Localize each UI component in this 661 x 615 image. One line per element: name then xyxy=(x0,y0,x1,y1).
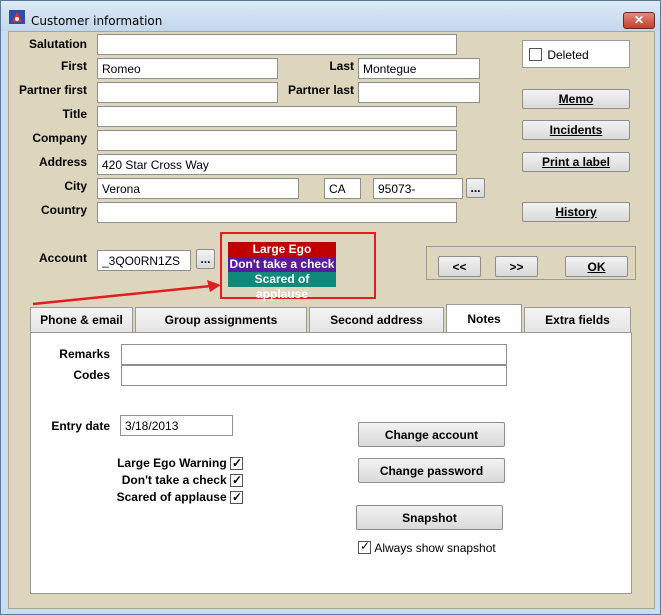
first-label: First xyxy=(60,59,87,73)
memo-button[interactable]: Memo xyxy=(522,89,630,109)
form-area: Salutation First Romeo Last Montegue Par… xyxy=(8,31,655,609)
salutation-label: Salutation xyxy=(28,37,87,51)
deleted-checkbox[interactable]: Deleted xyxy=(529,47,589,62)
checked-icon xyxy=(230,455,243,472)
partner-last-field[interactable] xyxy=(358,82,480,103)
last-name-field[interactable]: Montegue xyxy=(358,58,480,79)
account-field[interactable]: _3QO0RN1ZS xyxy=(97,250,191,271)
checked-icon xyxy=(358,539,371,555)
snapshot-button[interactable]: Snapshot xyxy=(356,505,503,530)
partner-last-label: Partner last xyxy=(287,83,354,97)
change-password-button[interactable]: Change password xyxy=(358,458,505,483)
country-field[interactable] xyxy=(97,202,457,223)
window-title: Customer information xyxy=(31,14,163,28)
close-button[interactable]: ✕ xyxy=(623,12,655,29)
flag-check-label: Large Ego Warning xyxy=(117,456,227,470)
flag-check-applause[interactable]: Scared of applause xyxy=(117,489,243,506)
title-field[interactable] xyxy=(97,106,457,127)
ok-button[interactable]: OK xyxy=(565,256,628,277)
flag-checks: Large Ego Warning Don't take a check Sca… xyxy=(117,455,243,506)
checked-icon xyxy=(230,472,243,489)
codes-label: Codes xyxy=(73,368,110,382)
history-button[interactable]: History xyxy=(522,202,630,222)
always-show-snapshot-checkbox[interactable]: Always show snapshot xyxy=(358,539,496,555)
city-field[interactable]: Verona xyxy=(97,178,299,199)
notes-panel: Remarks Codes Entry date 3/18/2013 Large… xyxy=(30,332,632,594)
first-name-field[interactable]: Romeo xyxy=(97,58,278,79)
deleted-check-icon xyxy=(529,48,542,62)
flag-check-label: Don't take a check xyxy=(121,473,227,487)
flag-badge-large-ego[interactable]: Large Ego Warning xyxy=(228,242,336,271)
tab-extra-fields[interactable]: Extra fields xyxy=(524,307,631,332)
tab-phone-email[interactable]: Phone & email xyxy=(30,307,133,332)
incidents-button[interactable]: Incidents xyxy=(522,120,630,140)
change-account-button[interactable]: Change account xyxy=(358,422,505,447)
print-label-button[interactable]: Print a label xyxy=(522,152,630,172)
partner-first-label: Partner first xyxy=(18,83,87,97)
flag-badge-applause[interactable]: Scared of applause xyxy=(228,272,336,301)
customer-info-window: Customer information ✕ Salutation First … xyxy=(0,0,661,615)
always-show-snapshot-label: Always show snapshot xyxy=(374,540,496,555)
address-label: Address xyxy=(38,155,87,169)
tab-second-address[interactable]: Second address xyxy=(309,307,444,332)
salutation-field[interactable] xyxy=(97,34,457,55)
zip-field[interactable]: 95073- xyxy=(373,178,463,199)
country-label: Country xyxy=(41,203,87,217)
partner-first-field[interactable] xyxy=(97,82,278,103)
flag-check-large-ego[interactable]: Large Ego Warning xyxy=(117,455,243,472)
account-lookup-button[interactable]: ... xyxy=(196,249,215,269)
app-icon xyxy=(9,10,25,24)
flag-check-label: Scared of applause xyxy=(116,490,227,504)
state-field[interactable]: CA xyxy=(324,178,361,199)
checked-icon xyxy=(230,489,243,506)
title-label: Title xyxy=(62,107,87,121)
entry-date-label: Entry date xyxy=(51,419,110,433)
deleted-label: Deleted xyxy=(547,47,589,62)
prev-record-button[interactable]: << xyxy=(438,256,481,277)
deleted-box: Deleted xyxy=(522,40,630,68)
next-record-button[interactable]: >> xyxy=(495,256,538,277)
close-icon: ✕ xyxy=(633,13,645,27)
tab-group-assignments[interactable]: Group assignments xyxy=(135,307,307,332)
tab-notes[interactable]: Notes xyxy=(446,304,522,333)
flag-badge-no-check[interactable]: Don't take a check xyxy=(228,257,336,272)
entry-date-field[interactable]: 3/18/2013 xyxy=(120,415,233,436)
flag-check-no-check[interactable]: Don't take a check xyxy=(117,472,243,489)
title-bar[interactable]: Customer information ✕ xyxy=(1,1,660,31)
last-label: Last xyxy=(329,59,354,73)
account-label: Account xyxy=(39,251,87,265)
address-field[interactable]: 420 Star Cross Way xyxy=(97,154,457,175)
city-label: City xyxy=(64,179,87,193)
remarks-label: Remarks xyxy=(59,347,110,361)
codes-field[interactable] xyxy=(121,365,507,386)
annotation-arrow-icon xyxy=(32,280,221,306)
company-field[interactable] xyxy=(97,130,457,151)
zip-lookup-button[interactable]: ... xyxy=(466,178,485,198)
remarks-field[interactable] xyxy=(121,344,507,365)
company-label: Company xyxy=(32,131,87,145)
